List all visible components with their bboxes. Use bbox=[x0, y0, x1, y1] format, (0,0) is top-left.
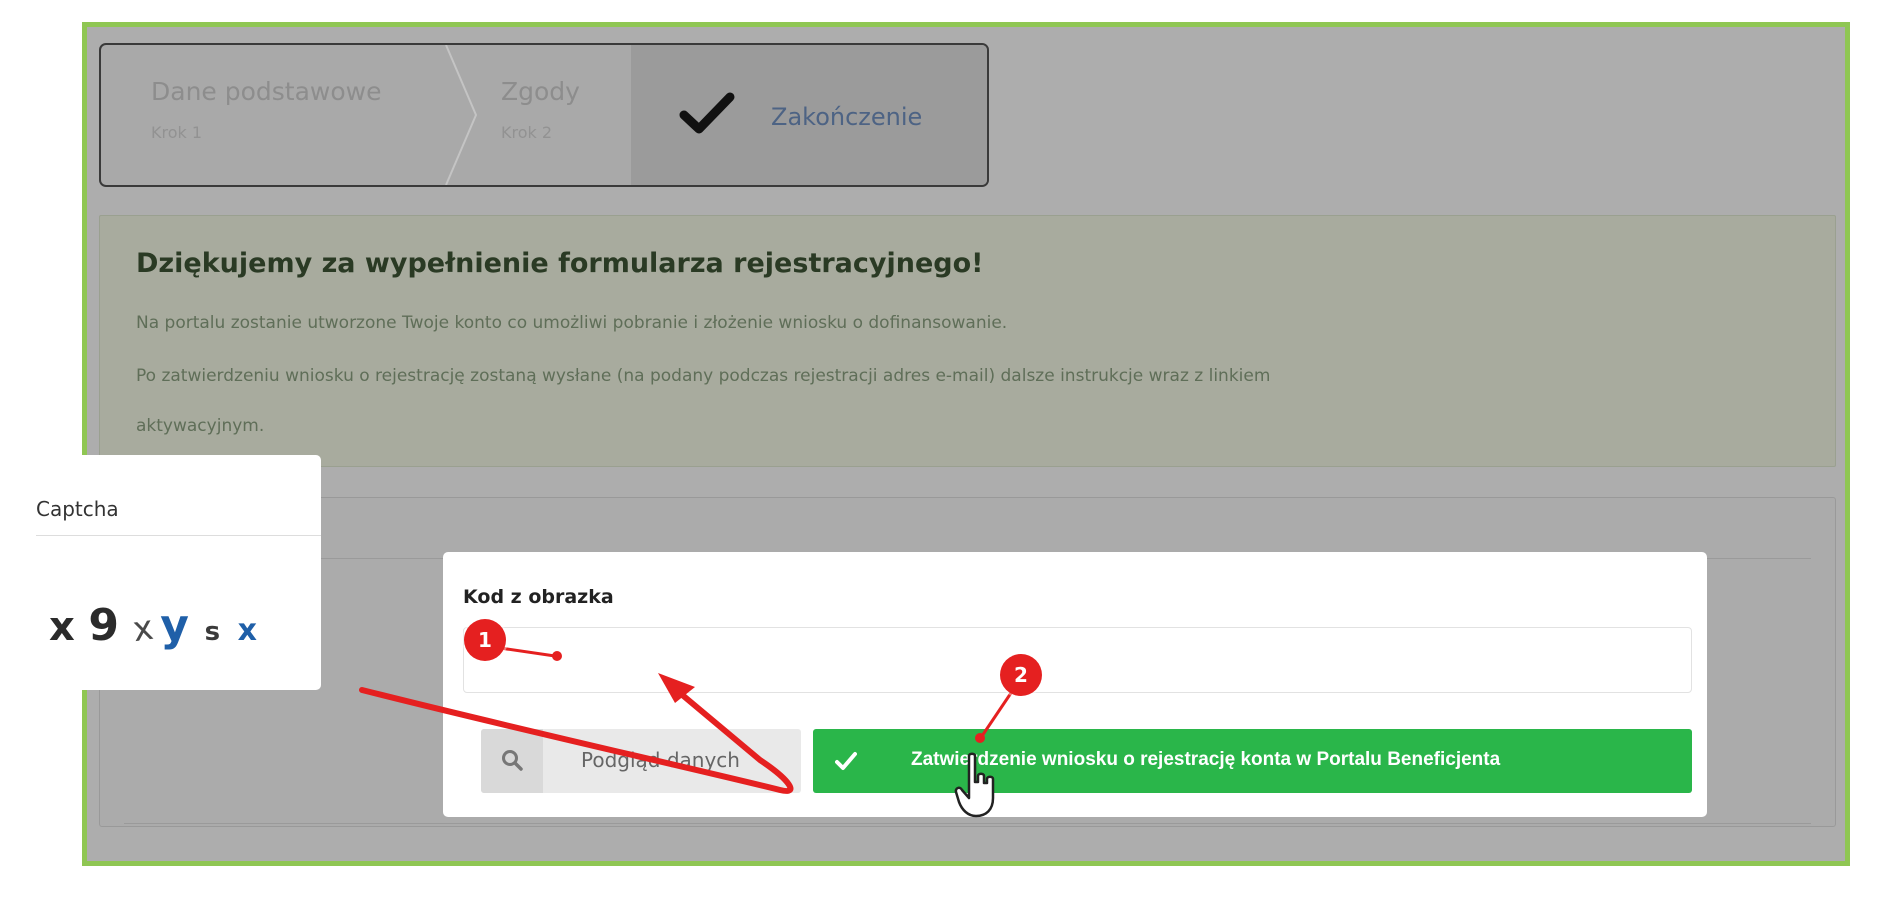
preview-data-button[interactable]: Podgląd danych bbox=[481, 729, 801, 793]
search-icon bbox=[502, 750, 523, 771]
step-subtitle: Krok 2 bbox=[501, 123, 553, 142]
info-text: aktywacyjnym. bbox=[136, 416, 265, 436]
confirm-registration-label: Zatwierdzenie wniosku o rejestrację kont… bbox=[911, 749, 1501, 770]
captcha-char: 9 bbox=[88, 600, 120, 651]
captcha-label: Captcha bbox=[36, 497, 119, 521]
step-title: Dane podstawowe bbox=[151, 77, 382, 106]
divider bbox=[36, 535, 321, 536]
thank-you-panel: Dziękujemy za wypełnienie formularza rej… bbox=[99, 215, 1836, 467]
captcha-char: s bbox=[204, 617, 221, 647]
divider bbox=[124, 823, 1811, 824]
preview-data-label: Podgląd danych bbox=[581, 748, 740, 772]
wizard-step-consents[interactable]: Zgody Krok 2 bbox=[446, 45, 636, 185]
code-label: Kod z obrazka bbox=[463, 586, 614, 608]
captcha-char: x bbox=[129, 607, 156, 651]
wizard-step-completion[interactable]: Zakończenie bbox=[631, 45, 987, 185]
wizard-steps: Dane podstawowe Krok 1 Zgody Krok 2 Zako… bbox=[99, 43, 989, 187]
confirm-registration-button[interactable]: Zatwierdzenie wniosku o rejestrację kont… bbox=[813, 729, 1692, 793]
preview-icon-box bbox=[481, 729, 543, 793]
step-title: Zakończenie bbox=[771, 103, 923, 131]
step-subtitle: Krok 1 bbox=[151, 123, 203, 142]
captcha-form: Kod z obrazka Podgląd danych Zatwierdzen… bbox=[443, 552, 1707, 817]
info-text: Na portalu zostanie utworzone Twoje kont… bbox=[136, 313, 1008, 333]
wizard-step-basic-data[interactable]: Dane podstawowe Krok 1 bbox=[101, 45, 446, 185]
captcha-char: x bbox=[237, 613, 257, 648]
info-text: Po zatwierdzeniu wniosku o rejestrację z… bbox=[136, 366, 1271, 386]
checkmark-icon bbox=[679, 92, 735, 134]
step-title: Zgody bbox=[501, 77, 580, 106]
captcha-card: Captcha x 9 x y s x bbox=[19, 455, 321, 690]
captcha-code-input[interactable] bbox=[463, 627, 1692, 693]
thank-you-heading: Dziękujemy za wypełnienie formularza rej… bbox=[136, 248, 984, 279]
captcha-char: y bbox=[160, 600, 189, 651]
check-icon bbox=[835, 752, 857, 770]
captcha-image: x 9 x y s x bbox=[49, 600, 257, 651]
captcha-char: x bbox=[49, 604, 75, 650]
